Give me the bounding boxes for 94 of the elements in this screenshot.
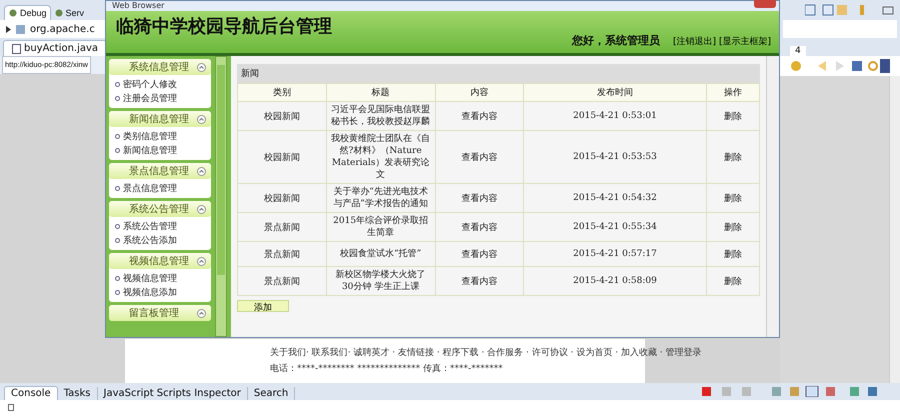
delete-link[interactable]: 删除 xyxy=(706,242,760,266)
table-cell: 2015-4-21 0:53:01 xyxy=(524,102,706,130)
menu-group-title: 新闻信息管理 xyxy=(129,112,189,126)
table-cell: 校园新闻 xyxy=(238,184,326,212)
menu-group-title: 留言板管理 xyxy=(129,306,179,320)
view-content-link[interactable]: 查看内容 xyxy=(435,184,524,212)
bullet-icon xyxy=(115,186,120,190)
menu-group-title: 视频信息管理 xyxy=(129,254,189,268)
view-content-link[interactable]: 查看内容 xyxy=(435,242,524,266)
menu-item[interactable]: 密码个人修改 xyxy=(123,78,177,90)
view-tab[interactable]: Serv xyxy=(50,6,86,20)
collapse-icon[interactable] xyxy=(197,204,206,214)
delete-link[interactable]: 删除 xyxy=(706,212,760,242)
footer-links: 关于我们· 联系我们· 诚聘英才 · 友情链接 · 程序下载 · 合作服务 · 许可协议 · 设为首页 · 加入收藏 · 管理登录 xyxy=(270,346,702,360)
header-link[interactable]: [注销退出] xyxy=(672,35,716,48)
scrollbar[interactable] xyxy=(889,76,900,383)
bullet-icon xyxy=(115,134,120,138)
bullet-icon xyxy=(115,238,120,242)
panel-title: 新闻 xyxy=(237,64,760,83)
menu-item[interactable]: 类别信息管理 xyxy=(123,130,177,142)
view-tab[interactable]: Console xyxy=(4,386,58,400)
editor-tab[interactable]: buyAction.java xyxy=(3,40,108,56)
view-tab[interactable]: Debug xyxy=(4,5,51,20)
collapse-icon[interactable] xyxy=(197,256,206,266)
close-button[interactable] xyxy=(754,0,776,8)
bullet-icon xyxy=(115,276,120,280)
table-cell: 2015-4-21 0:55:34 xyxy=(524,212,706,242)
menu-item[interactable]: 系统公告添加 xyxy=(123,234,177,246)
table-cell: 关于举办“先进光电技术与产品”学术报告的通知 xyxy=(326,184,436,212)
hidden-views-count[interactable]: 4 xyxy=(790,46,806,56)
site-title: 临猗中学校园导航后台管理 xyxy=(115,15,332,39)
view-content-link[interactable]: 查看内容 xyxy=(435,266,524,296)
column-header: 内容 xyxy=(435,84,524,102)
menu-item[interactable]: 注册会员管理 xyxy=(123,92,177,104)
collapse-icon[interactable] xyxy=(197,308,206,318)
breadcrumb-item[interactable]: org.apache.c xyxy=(30,24,95,34)
menu-group-header[interactable]: 系统信息管理 xyxy=(109,59,211,75)
table-cell: 景点新闻 xyxy=(238,266,326,296)
greeting-text: 您好，系统管理员 xyxy=(572,33,660,48)
table-cell: 2015年综合评价录取招生简章 xyxy=(326,212,436,242)
menu-group-header[interactable]: 景点信息管理 xyxy=(109,163,211,179)
add-button[interactable]: 添加 xyxy=(237,300,289,312)
view-content-link[interactable]: 查看内容 xyxy=(435,102,524,130)
collapse-icon[interactable] xyxy=(197,166,206,176)
console-icon xyxy=(8,402,16,411)
menu-group-header[interactable]: 视频信息管理 xyxy=(109,253,211,269)
column-header: 操作 xyxy=(706,84,760,102)
menu-item[interactable]: 景点信息管理 xyxy=(123,182,177,194)
menu-item[interactable]: 系统公告管理 xyxy=(123,220,177,232)
package-icon xyxy=(15,24,26,34)
menu-item[interactable]: 新闻信息管理 xyxy=(123,144,177,156)
view-content-link[interactable]: 查看内容 xyxy=(435,130,524,184)
table-cell: 我校黄维院士团队在《自然?材料》（Nature Materials）发表研究论文 xyxy=(326,130,436,184)
scrollbar[interactable] xyxy=(766,56,779,337)
delete-link[interactable]: 删除 xyxy=(706,184,760,212)
column-header: 发布时间 xyxy=(524,84,706,102)
table-cell: 校园食堂试水“托管” xyxy=(326,242,436,266)
footer-contact: 电话：****-******** ************** 传真：****-******* xyxy=(270,362,503,376)
header-link[interactable]: [显示主框架] xyxy=(718,35,771,48)
bullet-icon xyxy=(115,224,120,228)
file-icon xyxy=(12,44,21,54)
menu-group-title: 系统公告管理 xyxy=(129,202,189,216)
column-header: 标题 xyxy=(326,84,436,102)
table-cell: 景点新闻 xyxy=(238,242,326,266)
collapse-icon[interactable] xyxy=(197,62,206,72)
menu-group-header[interactable]: 留言板管理 xyxy=(109,305,211,321)
bullet-icon xyxy=(115,96,120,100)
menu-group-title: 景点信息管理 xyxy=(129,164,189,178)
window-title: Web Browser xyxy=(112,1,164,11)
table-cell: 景点新闻 xyxy=(238,212,326,242)
menu-group-title: 系统信息管理 xyxy=(129,60,189,74)
triangle-icon xyxy=(6,26,11,32)
table-cell: 2015-4-21 0:58:09 xyxy=(524,266,706,296)
bullet-icon xyxy=(115,82,120,86)
column-header: 类别 xyxy=(238,84,326,102)
table-cell: 校园新闻 xyxy=(238,130,326,184)
view-content-link[interactable]: 查看内容 xyxy=(435,212,524,242)
menu-item[interactable]: 视频信息添加 xyxy=(123,286,177,298)
delete-link[interactable]: 删除 xyxy=(706,130,760,184)
bullet-icon xyxy=(115,148,120,152)
table-cell: 2015-4-21 0:53:53 xyxy=(524,130,706,184)
delete-link[interactable]: 删除 xyxy=(706,102,760,130)
collapse-icon[interactable] xyxy=(197,114,206,124)
menu-item[interactable]: 视频信息管理 xyxy=(123,272,177,284)
table-cell: 习近平会见国际电信联盟秘书长，我校教授赵厚麟 xyxy=(326,102,436,130)
menu-group-header[interactable]: 新闻信息管理 xyxy=(109,111,211,127)
table-cell: 2015-4-21 0:57:17 xyxy=(524,242,706,266)
menu-group-header[interactable]: 系统公告管理 xyxy=(109,201,211,217)
scrollbar[interactable] xyxy=(215,56,227,337)
bullet-icon xyxy=(115,290,120,294)
delete-link[interactable]: 删除 xyxy=(706,266,760,296)
table-cell: 新校区物学楼大火烧了30分钟 学生正上课 xyxy=(326,266,436,296)
table-cell: 2015-4-21 0:54:32 xyxy=(524,184,706,212)
table-cell: 校园新闻 xyxy=(238,102,326,130)
